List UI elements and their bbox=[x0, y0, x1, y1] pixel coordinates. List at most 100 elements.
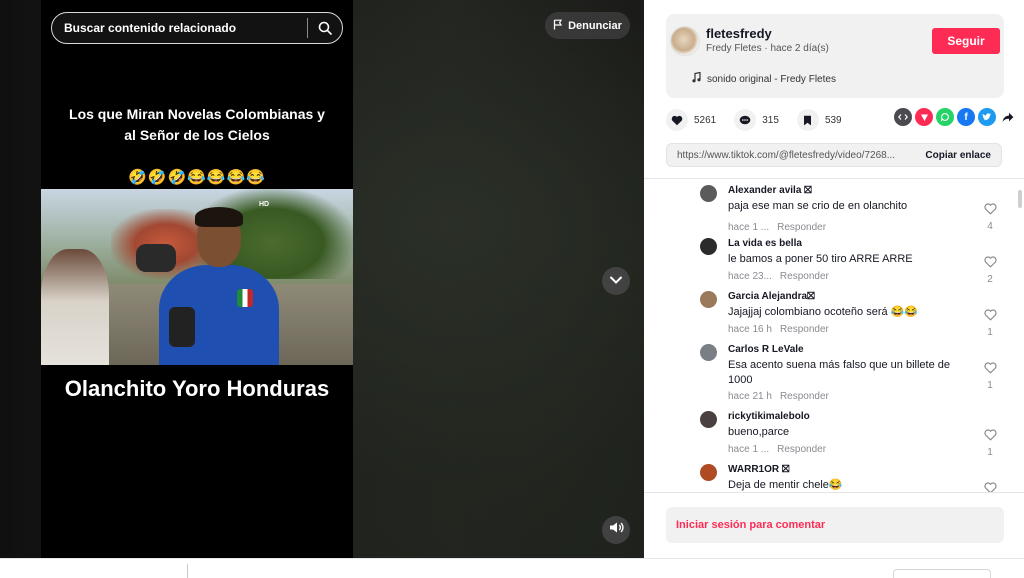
video-url[interactable]: https://www.tiktok.com/@fletesfredy/vide… bbox=[667, 150, 915, 161]
comment-text: bueno,parce bbox=[728, 426, 790, 438]
video-player[interactable]: Los que Miran Novelas Colombianas y al S… bbox=[41, 0, 353, 558]
comment-scrollbar[interactable] bbox=[1018, 190, 1022, 208]
comment-author[interactable]: Alexander avila ⛝ bbox=[728, 185, 812, 196]
comment-like-button[interactable]: 1 bbox=[982, 361, 998, 391]
reply-button[interactable]: Responder bbox=[777, 222, 826, 233]
comment-like-count: 4 bbox=[987, 221, 993, 232]
search-icon[interactable] bbox=[308, 13, 342, 43]
comment-like-button[interactable]: 1 bbox=[982, 428, 998, 458]
heart-outline-icon bbox=[983, 482, 997, 492]
video-caption-bottom: Olanchito Yoro Honduras bbox=[64, 376, 330, 401]
video-link-box[interactable]: https://www.tiktok.com/@fletesfredy/vide… bbox=[666, 143, 1002, 167]
video-caption-top: Los que Miran Novelas Colombianas y al S… bbox=[69, 106, 325, 143]
italy-crest bbox=[237, 289, 253, 307]
comment-like-count: 1 bbox=[987, 327, 993, 338]
comment-author[interactable]: rickytikimalebolo bbox=[728, 411, 810, 422]
speaker-icon bbox=[609, 521, 624, 539]
comment-text: paja ese man se crio de en olanchito bbox=[728, 200, 908, 212]
comment-meta: hace 23... Responder bbox=[728, 271, 829, 282]
search-input[interactable]: Buscar contenido relacionado bbox=[52, 21, 307, 35]
comment-text: Jajajjaj colombiano ocoteño será 😂😂 bbox=[728, 306, 919, 318]
pink-share-icon[interactable] bbox=[915, 108, 933, 126]
embed-icon[interactable] bbox=[894, 108, 912, 126]
copy-link-button[interactable]: Copiar enlace bbox=[915, 150, 1001, 161]
like-count: 5261 bbox=[694, 114, 717, 126]
save-stat[interactable]: 539 bbox=[796, 109, 842, 131]
comment-like-count: 2 bbox=[987, 274, 993, 285]
related-search-bar[interactable]: Buscar contenido relacionado bbox=[51, 12, 343, 44]
login-to-comment-button[interactable]: Iniciar sesión para comentar bbox=[666, 507, 1004, 543]
volume-button[interactable] bbox=[602, 516, 630, 544]
comment-list[interactable]: Alexander avila ⛝ paja ese man se crio d… bbox=[644, 180, 1016, 492]
heart-outline-icon bbox=[983, 309, 997, 321]
interviewee-hair bbox=[195, 207, 243, 227]
details-panel: fletesfredy Fredy Fletes · hace 2 día(s)… bbox=[644, 0, 1024, 558]
divider bbox=[644, 492, 1024, 493]
comment-text: Deja de mentir chele😂 bbox=[728, 479, 843, 491]
divider bbox=[644, 178, 1024, 179]
channel-logo: HD bbox=[259, 201, 270, 208]
avatar[interactable] bbox=[700, 411, 717, 428]
music-note-icon bbox=[692, 71, 701, 86]
comment-bubble-icon bbox=[734, 109, 757, 131]
bottom-divider bbox=[187, 564, 188, 578]
microphone bbox=[169, 307, 195, 347]
avatar[interactable] bbox=[670, 26, 700, 56]
comment-author[interactable]: La vida es bella bbox=[728, 238, 802, 249]
comment-time: hace 1 ... bbox=[728, 222, 770, 233]
comment-like-button[interactable]: 1 bbox=[982, 308, 998, 338]
comment-count: 315 bbox=[762, 114, 779, 126]
comment-meta: hace 1 ... Responder bbox=[728, 444, 826, 455]
avatar[interactable] bbox=[700, 344, 717, 361]
avatar[interactable] bbox=[700, 238, 717, 255]
comment-like-button[interactable] bbox=[982, 481, 998, 492]
video-frame: HD bbox=[41, 189, 353, 365]
heart-outline-icon bbox=[983, 362, 997, 374]
comment-meta: hace 21 h Responder bbox=[728, 391, 829, 402]
avatar[interactable] bbox=[700, 464, 717, 481]
like-stat[interactable]: 5261 bbox=[666, 109, 716, 131]
author-username[interactable]: fletesfredy bbox=[706, 26, 772, 41]
avatar[interactable] bbox=[700, 185, 717, 202]
twitter-icon[interactable] bbox=[978, 108, 996, 126]
comment-like-count: 1 bbox=[987, 447, 993, 458]
report-button[interactable]: Denunciar bbox=[545, 12, 630, 39]
reply-button[interactable]: Responder bbox=[780, 271, 829, 282]
comment-like-button[interactable]: 4 bbox=[982, 202, 998, 232]
bottom-strip bbox=[0, 558, 1024, 578]
comment-time: hace 21 h bbox=[728, 391, 772, 402]
forward-icon[interactable] bbox=[999, 108, 1017, 126]
save-count: 539 bbox=[824, 114, 842, 126]
reply-button[interactable]: Responder bbox=[780, 391, 829, 402]
reply-button[interactable]: Responder bbox=[777, 444, 826, 455]
sound-label: sonido original - Fredy Fletes bbox=[707, 73, 836, 85]
comment-like-button[interactable]: 2 bbox=[982, 255, 998, 285]
comment-author[interactable]: WARR1OR ⛝ bbox=[728, 464, 790, 475]
comment-time: hace 16 h bbox=[728, 324, 772, 335]
comment-author[interactable]: Garcia Alejandra⛝ bbox=[728, 291, 815, 302]
flag-icon bbox=[553, 19, 563, 33]
reply-button[interactable]: Responder bbox=[780, 324, 829, 335]
comment-like-count: 1 bbox=[987, 380, 993, 391]
comment-text: Esa acento suena más falso que un billet… bbox=[728, 359, 950, 386]
comment-stat[interactable]: 315 bbox=[734, 109, 779, 131]
chevron-down-icon bbox=[609, 272, 623, 290]
author-subline: Fredy Fletes · hace 2 día(s) bbox=[706, 43, 829, 54]
comment-text: le bamos a poner 50 tiro ARRE ARRE bbox=[728, 253, 913, 265]
facebook-icon[interactable]: f bbox=[957, 108, 975, 126]
comment-author[interactable]: Carlos R LeVale bbox=[728, 344, 804, 355]
bottom-control[interactable] bbox=[893, 569, 991, 578]
comment-time: hace 23... bbox=[728, 271, 772, 282]
heart-icon bbox=[666, 109, 688, 131]
avatar[interactable] bbox=[700, 291, 717, 308]
report-label: Denunciar bbox=[568, 19, 622, 32]
engagement-stats: 5261 315 539 f bbox=[666, 108, 1014, 132]
heart-outline-icon bbox=[983, 203, 997, 215]
whatsapp-icon[interactable] bbox=[936, 108, 954, 126]
next-video-button[interactable] bbox=[602, 267, 630, 295]
older-man-figure bbox=[41, 249, 109, 365]
tiktok-video-page: Los que Miran Novelas Colombianas y al S… bbox=[0, 0, 1024, 578]
sound-link[interactable]: sonido original - Fredy Fletes bbox=[692, 71, 836, 86]
follow-button[interactable]: Seguir bbox=[932, 28, 1000, 54]
author-card: fletesfredy Fredy Fletes · hace 2 día(s)… bbox=[666, 14, 1004, 98]
